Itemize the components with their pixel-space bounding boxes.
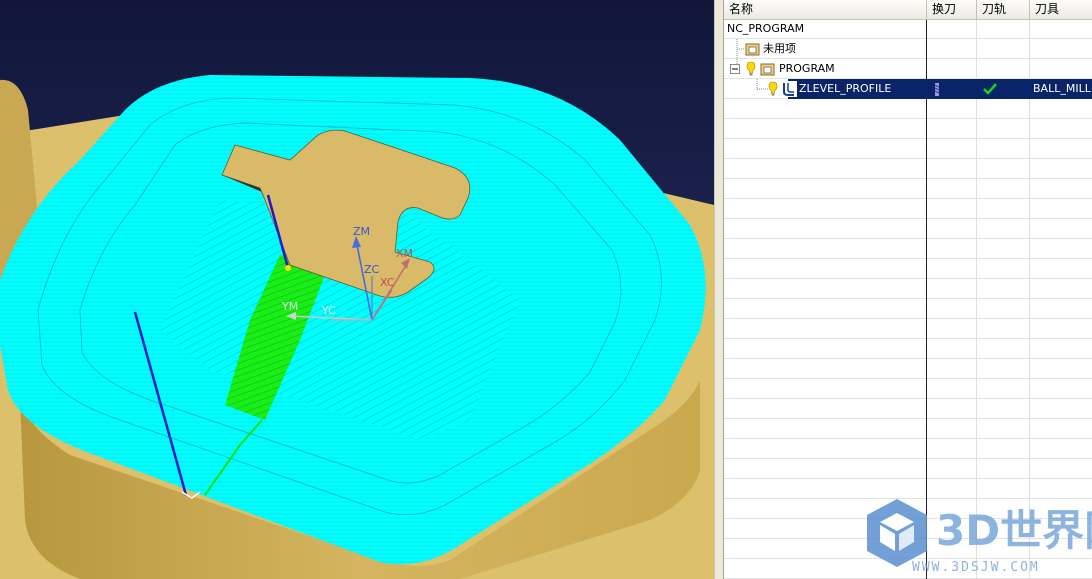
- status-bulb-icon: [768, 81, 778, 96]
- tree-node-nc-program[interactable]: NC_PROGRAM: [727, 19, 804, 39]
- grid-row: [724, 299, 1092, 319]
- grid-row: [724, 259, 1092, 279]
- column-header-name[interactable]: 名称: [724, 0, 927, 19]
- panel-splitter[interactable]: [714, 0, 724, 579]
- collapse-icon[interactable]: [730, 64, 740, 74]
- grid-row: [724, 99, 1092, 119]
- folder-icon: [745, 43, 760, 56]
- axis-label-zm: ZM: [353, 225, 370, 238]
- tree-node-unused-items[interactable]: 未用项: [745, 39, 796, 59]
- grid-row: [724, 279, 1092, 299]
- operation-navigator: 名称 换刀 刀轨 刀具 NC_PROGRAM 未用项 PROGRAM ZLEVE…: [724, 0, 1092, 579]
- tool-tip-marker: [285, 265, 291, 271]
- grid-row: [724, 199, 1092, 219]
- grid-row: [724, 439, 1092, 459]
- column-header-toolpath[interactable]: 刀轨: [977, 0, 1030, 19]
- grid-row: [724, 239, 1092, 259]
- tree-node-program[interactable]: PROGRAM: [730, 59, 835, 79]
- graphics-viewport[interactable]: ZM ZC XM XC YM YC: [0, 0, 714, 579]
- toolpath-ok-check-icon: [983, 83, 997, 95]
- column-header-tool[interactable]: 刀具: [1030, 0, 1092, 19]
- axis-label-xm: XM: [396, 247, 413, 260]
- grid-row: [724, 159, 1092, 179]
- status-bulb-icon: [746, 61, 756, 76]
- tool-name-cell: BALL_MILL: [1033, 82, 1091, 95]
- grid-row: [724, 359, 1092, 379]
- navigator-header: 名称 换刀 刀轨 刀具: [724, 0, 1092, 20]
- tree-node-label: ZLEVEL_PROFILE: [799, 82, 892, 95]
- axis-label-ym: YM: [281, 300, 298, 313]
- cam-scene[interactable]: ZM ZC XM XC YM YC: [0, 0, 714, 579]
- axis-label-zc: ZC: [364, 263, 380, 276]
- grid-row: [724, 339, 1092, 359]
- site-watermark: 3D世界网 WWW.3DSJW.COM: [867, 499, 1092, 575]
- tool-change-icon: [934, 83, 940, 96]
- grid-row: [724, 219, 1092, 239]
- column-header-tool-change[interactable]: 换刀: [927, 0, 977, 19]
- grid-row: [724, 399, 1092, 419]
- watermark-url: WWW.3DSJW.COM: [912, 560, 1040, 575]
- tree-node-label: NC_PROGRAM: [727, 22, 805, 35]
- grid-row: [724, 419, 1092, 439]
- grid-row: [724, 139, 1092, 159]
- program-folder-icon: [760, 63, 775, 76]
- grid-row: [724, 119, 1092, 139]
- cube-logo-icon: [867, 499, 927, 567]
- axis-label-xc: XC: [380, 276, 395, 289]
- grid-row: [724, 319, 1092, 339]
- axis-label-yc: YC: [321, 304, 336, 317]
- tree-node-label: 未用项: [763, 42, 796, 55]
- grid-row: [724, 379, 1092, 399]
- watermark-brand: 3D世界网: [936, 506, 1092, 555]
- zlevel-operation-icon: [781, 81, 797, 97]
- tree-node-zlevel-profile[interactable]: ZLEVEL_PROFILE: [768, 79, 891, 99]
- tree-node-label: PROGRAM: [779, 62, 835, 75]
- grid-row: [724, 179, 1092, 199]
